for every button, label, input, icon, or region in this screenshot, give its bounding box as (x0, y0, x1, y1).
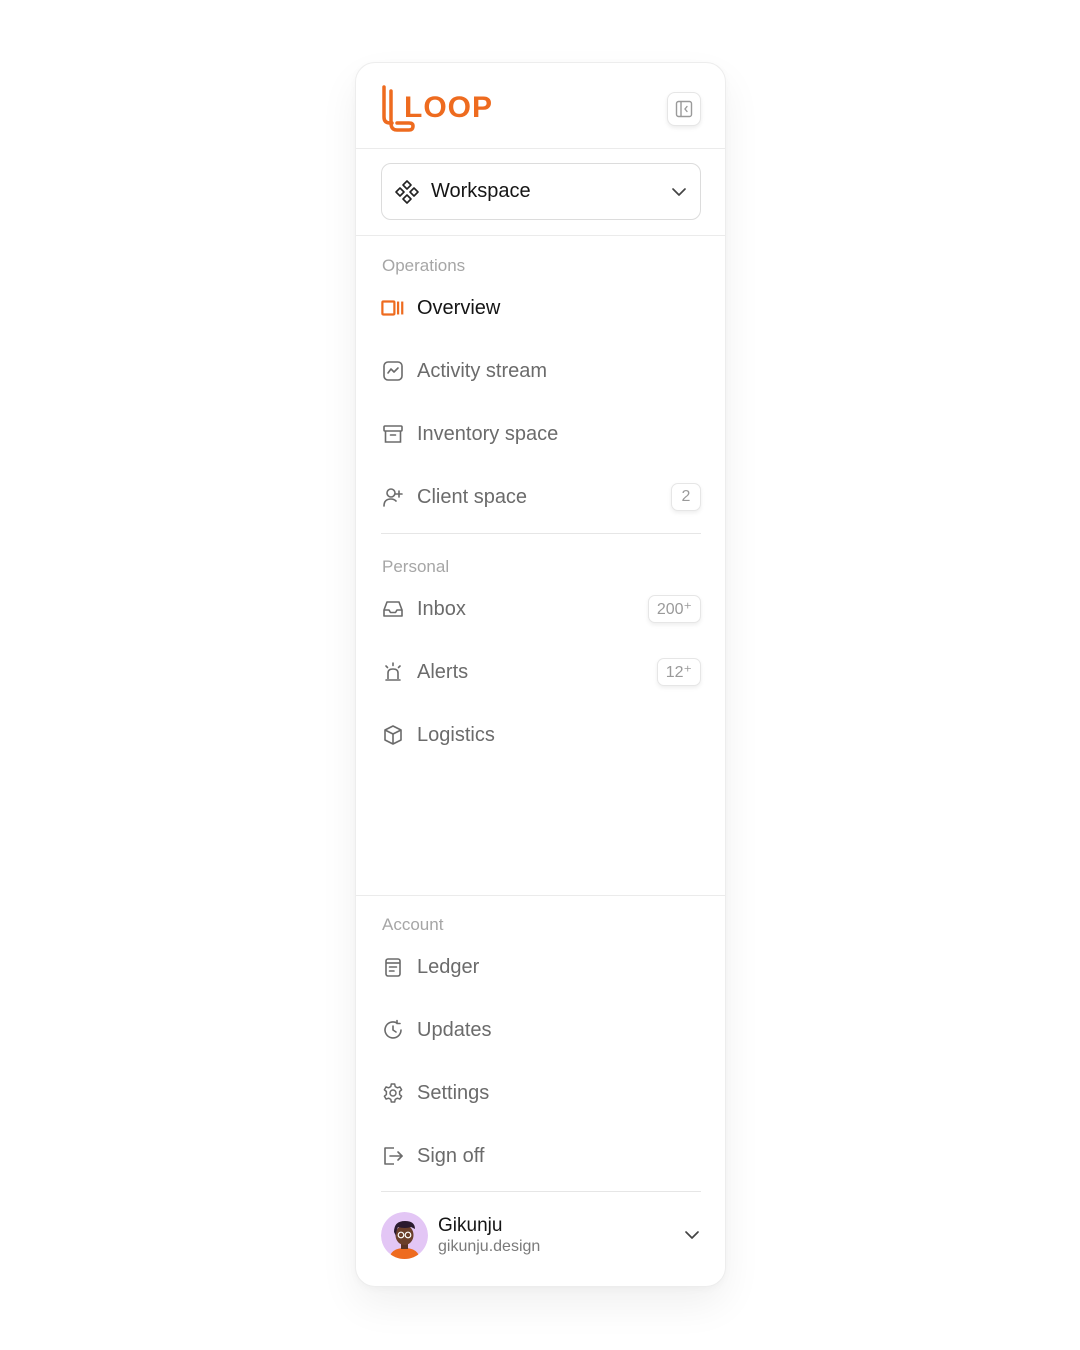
section-label-account: Account (382, 915, 444, 934)
nav-item-inventory-space[interactable]: Inventory space (381, 416, 701, 452)
workspace-icon (395, 179, 419, 204)
nav-item-updates[interactable]: Updates (381, 1012, 701, 1048)
chevron-down-icon (672, 188, 686, 196)
nav-item-logistics[interactable]: Logistics (381, 717, 701, 753)
user-plus-icon (381, 485, 405, 509)
section-label-operations: Operations (382, 256, 466, 275)
user-handle: gikunju.design (438, 1238, 541, 1255)
package-icon (381, 723, 405, 747)
ledger-icon (381, 955, 405, 979)
nav-item-overview[interactable]: Overview (381, 290, 701, 326)
user-name: Gikunju (438, 1215, 503, 1236)
count-badge: 12⁺ (656, 658, 701, 686)
divider (381, 533, 701, 534)
sign-off-icon (381, 1144, 405, 1168)
brand-name: LOOP (404, 91, 494, 124)
count-badge: 2 (671, 483, 701, 511)
nav-label: Sign off (417, 1144, 485, 1167)
sidebar: LOOP Workspace Operations Overview Activ… (355, 62, 726, 1287)
nav-label: Inbox (417, 597, 466, 620)
nav-label: Activity stream (417, 359, 548, 382)
user-menu[interactable]: Gikunju gikunju.design (381, 1210, 701, 1260)
workspace-select[interactable]: Workspace (381, 163, 701, 220)
chevron-down-icon (685, 1231, 699, 1239)
nav-item-inbox[interactable]: Inbox 200⁺ (381, 591, 701, 627)
divider (356, 895, 725, 896)
nav-item-ledger[interactable]: Ledger (381, 949, 701, 985)
updates-icon (381, 1018, 405, 1042)
gear-icon (381, 1081, 405, 1105)
nav-item-settings[interactable]: Settings (381, 1075, 701, 1111)
siren-icon (381, 660, 405, 684)
divider (381, 1191, 701, 1192)
nav-label: Overview (417, 296, 501, 319)
nav-item-activity-stream[interactable]: Activity stream (381, 353, 701, 389)
nav-label: Logistics (417, 723, 495, 746)
nav-label: Inventory space (417, 422, 559, 445)
avatar (381, 1212, 428, 1259)
nav-label: Settings (417, 1081, 490, 1104)
sidebar-collapse-button[interactable] (667, 92, 701, 126)
brand-logo[interactable]: LOOP (381, 83, 494, 135)
nav-label: Alerts (417, 660, 469, 683)
count-badge: 200⁺ (647, 595, 701, 623)
sidebar-header: LOOP (356, 63, 725, 149)
nav-item-alerts[interactable]: Alerts 12⁺ (381, 654, 701, 690)
section-label-personal: Personal (382, 557, 450, 576)
sidebar-collapse-icon (675, 100, 693, 118)
archive-icon (381, 422, 405, 446)
activity-icon (381, 359, 405, 383)
workspace-section: Workspace (356, 149, 725, 236)
nav-label: Client space (417, 485, 528, 508)
nav-label: Ledger (417, 955, 480, 978)
inbox-icon (381, 597, 405, 621)
nav-item-sign-off[interactable]: Sign off (381, 1138, 701, 1174)
nav-label: Updates (417, 1018, 492, 1041)
nav-item-client-space[interactable]: Client space 2 (381, 479, 701, 515)
overview-icon (381, 296, 405, 320)
workspace-label: Workspace (431, 180, 531, 202)
